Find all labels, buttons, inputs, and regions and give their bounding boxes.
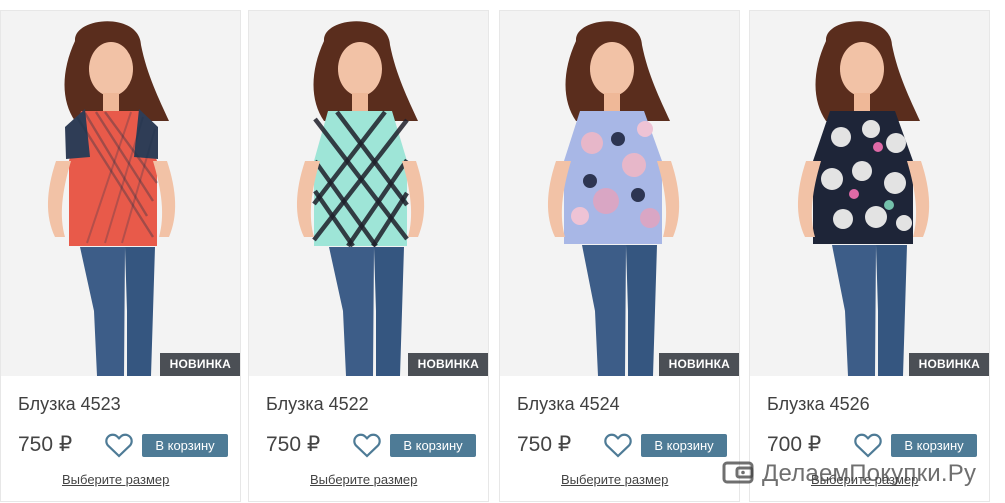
new-badge: НОВИНКА [658, 353, 739, 376]
product-grid-page: НОВИНКА Блузка 4523 750 ₽ В корзину Выбе… [0, 0, 1005, 503]
model-illustration [500, 11, 739, 376]
product-price: 750 ₽ [517, 433, 572, 456]
product-title[interactable]: Блузка 4526 [767, 394, 870, 415]
product-photo[interactable]: НОВИНКА [1, 11, 240, 376]
product-card: НОВИНКА Блузка 4522 750 ₽ В корзину Выбе… [248, 10, 489, 502]
choose-size-link[interactable]: Выберите размер [310, 472, 417, 487]
product-card: НОВИНКА Блузка 4526 700 ₽ В корзину Выбе… [749, 10, 990, 502]
new-badge: НОВИНКА [908, 353, 989, 376]
product-card: НОВИНКА Блузка 4523 750 ₽ В корзину Выбе… [0, 10, 241, 502]
add-to-cart-button[interactable]: В корзину [142, 434, 228, 457]
new-badge: НОВИНКА [407, 353, 488, 376]
model-illustration [249, 11, 488, 376]
add-to-cart-button[interactable]: В корзину [641, 434, 727, 457]
heart-outline-icon[interactable] [604, 432, 632, 458]
product-price: 700 ₽ [767, 433, 822, 456]
product-price: 750 ₽ [18, 433, 73, 456]
new-badge: НОВИНКА [159, 353, 240, 376]
product-price: 750 ₽ [266, 433, 321, 456]
heart-outline-icon[interactable] [105, 432, 133, 458]
add-to-cart-button[interactable]: В корзину [390, 434, 476, 457]
product-title[interactable]: Блузка 4523 [18, 394, 121, 415]
product-title[interactable]: Блузка 4524 [517, 394, 620, 415]
product-card: НОВИНКА Блузка 4524 750 ₽ В корзину Выбе… [499, 10, 740, 502]
add-to-cart-button[interactable]: В корзину [891, 434, 977, 457]
heart-outline-icon[interactable] [854, 432, 882, 458]
product-photo[interactable]: НОВИНКА [750, 11, 989, 376]
choose-size-link[interactable]: Выберите размер [62, 472, 169, 487]
choose-size-link[interactable]: Выберите размер [811, 472, 918, 487]
choose-size-link[interactable]: Выберите размер [561, 472, 668, 487]
model-illustration [750, 11, 989, 376]
product-photo[interactable]: НОВИНКА [500, 11, 739, 376]
product-title[interactable]: Блузка 4522 [266, 394, 369, 415]
model-illustration [1, 11, 240, 376]
product-photo[interactable]: НОВИНКА [249, 11, 488, 376]
heart-outline-icon[interactable] [353, 432, 381, 458]
